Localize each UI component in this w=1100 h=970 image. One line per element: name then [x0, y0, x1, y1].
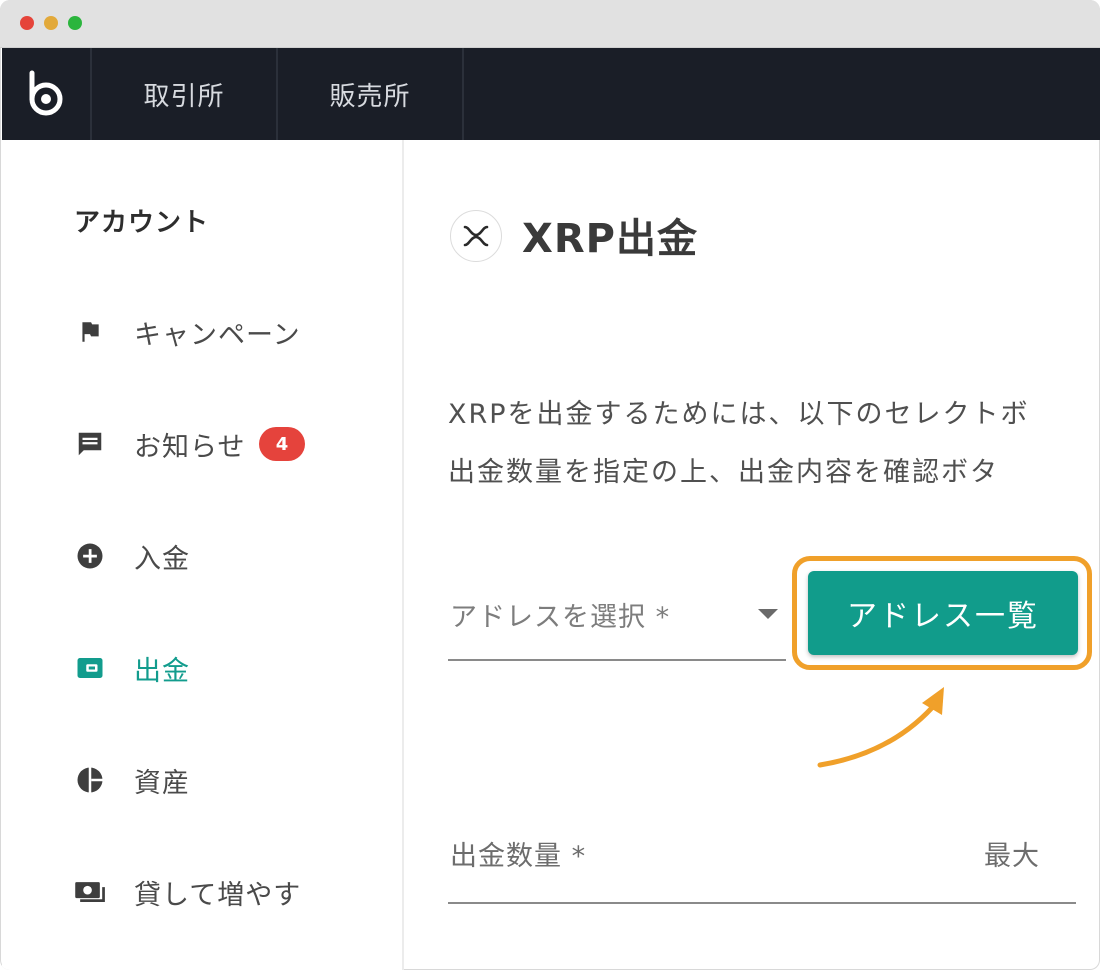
sidebar-item-assets[interactable]: 資産	[72, 760, 190, 800]
maximize-window-button[interactable]	[68, 16, 82, 30]
sidebar-item-notifications[interactable]: お知らせ 4	[72, 424, 306, 464]
sidebar-item-campaign[interactable]: キャンペーン	[72, 312, 301, 352]
max-amount-button[interactable]: 最大	[984, 834, 1040, 873]
chevron-down-icon	[758, 609, 778, 619]
pointer-arrow-icon	[817, 687, 944, 768]
flag-icon	[72, 314, 108, 350]
sidebar-item-lending[interactable]: 貸して増やす	[72, 872, 301, 912]
sidebar-item-label: お知らせ	[134, 431, 246, 463]
sidebar-item-label: 出金	[134, 655, 190, 687]
withdrawal-amount-input[interactable]: 出金数量 * 最大	[448, 828, 1076, 904]
minimize-window-button[interactable]	[44, 16, 58, 30]
page-title: XRP出金	[522, 216, 698, 262]
address-select-label: アドレスを選択 *	[450, 602, 671, 633]
pie-chart-icon	[72, 762, 108, 798]
xrp-icon	[450, 210, 502, 262]
browser-window: 取引所 販売所 アカウント キャンペーン お知らせ 4 入金 出金 資産 貸して…	[0, 0, 1100, 970]
wallet-icon	[72, 650, 108, 686]
sidebar-item-deposit[interactable]: 入金	[72, 536, 190, 576]
address-list-button[interactable]: アドレス一覧	[808, 571, 1078, 655]
plus-circle-icon	[72, 538, 108, 574]
nav-tab-exchange[interactable]: 取引所	[92, 48, 278, 140]
sidebar-item-withdrawal[interactable]: 出金	[72, 648, 190, 688]
description-line-2: 出金数量を指定の上、出金内容を確認ボタ	[448, 457, 999, 488]
address-select[interactable]: アドレスを選択 *	[448, 585, 786, 661]
notification-count-badge: 4	[259, 427, 306, 461]
sidebar-item-label: 入金	[134, 543, 190, 575]
sidebar: アカウント キャンペーン お知らせ 4 入金 出金 資産 貸して増やす	[2, 140, 404, 970]
message-icon	[72, 426, 108, 462]
nav-tab-broker[interactable]: 販売所	[278, 48, 464, 140]
sidebar-item-label: 貸して増やす	[134, 879, 302, 911]
top-navigation-bar: 取引所 販売所	[2, 48, 1100, 140]
sidebar-heading: アカウント	[74, 208, 210, 238]
description-line-1: XRPを出金するためには、以下のセレクトボ	[448, 399, 1030, 430]
cash-icon	[72, 874, 108, 910]
sidebar-item-label: 資産	[134, 767, 190, 799]
sidebar-item-label: キャンペーン	[134, 319, 301, 351]
amount-label: 出金数量 *	[450, 841, 587, 872]
bitbank-logo-icon[interactable]	[2, 48, 92, 140]
close-window-button[interactable]	[20, 16, 34, 30]
main-content: XRP出金 XRPを出金するためには、以下のセレクトボ 出金数量を指定の上、出金…	[404, 140, 1100, 970]
window-titlebar	[0, 0, 1100, 48]
